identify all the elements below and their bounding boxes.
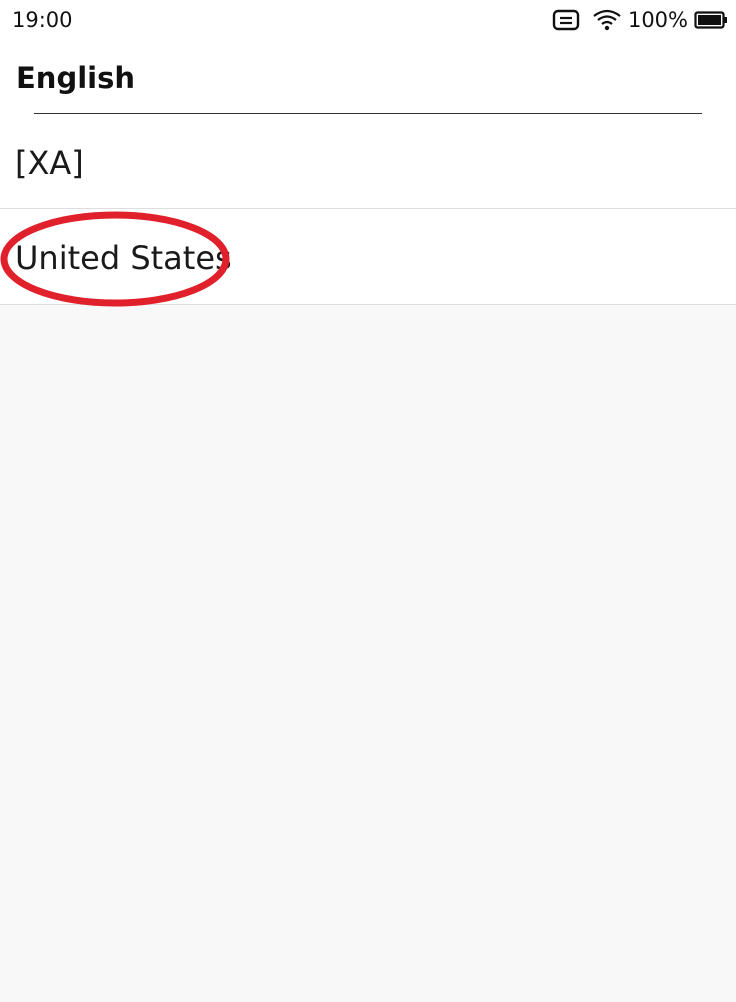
wifi-icon bbox=[592, 8, 622, 32]
battery-icon bbox=[694, 10, 728, 30]
list-item-xa[interactable]: [XA] bbox=[0, 114, 736, 209]
status-time: 19:00 bbox=[12, 8, 73, 32]
page-header: English bbox=[0, 40, 736, 114]
page-title: English bbox=[16, 61, 136, 95]
status-bar: 19:00 100% bbox=[0, 0, 736, 40]
notification-icon bbox=[552, 8, 582, 32]
list-item-united-states[interactable]: United States bbox=[0, 209, 736, 305]
region-list: [XA] United States bbox=[0, 114, 736, 305]
battery-percentage: 100% bbox=[627, 8, 688, 32]
list-item-label: [XA] bbox=[15, 144, 84, 182]
list-item-label: United States bbox=[15, 239, 232, 277]
status-icons: 100% bbox=[552, 6, 728, 34]
